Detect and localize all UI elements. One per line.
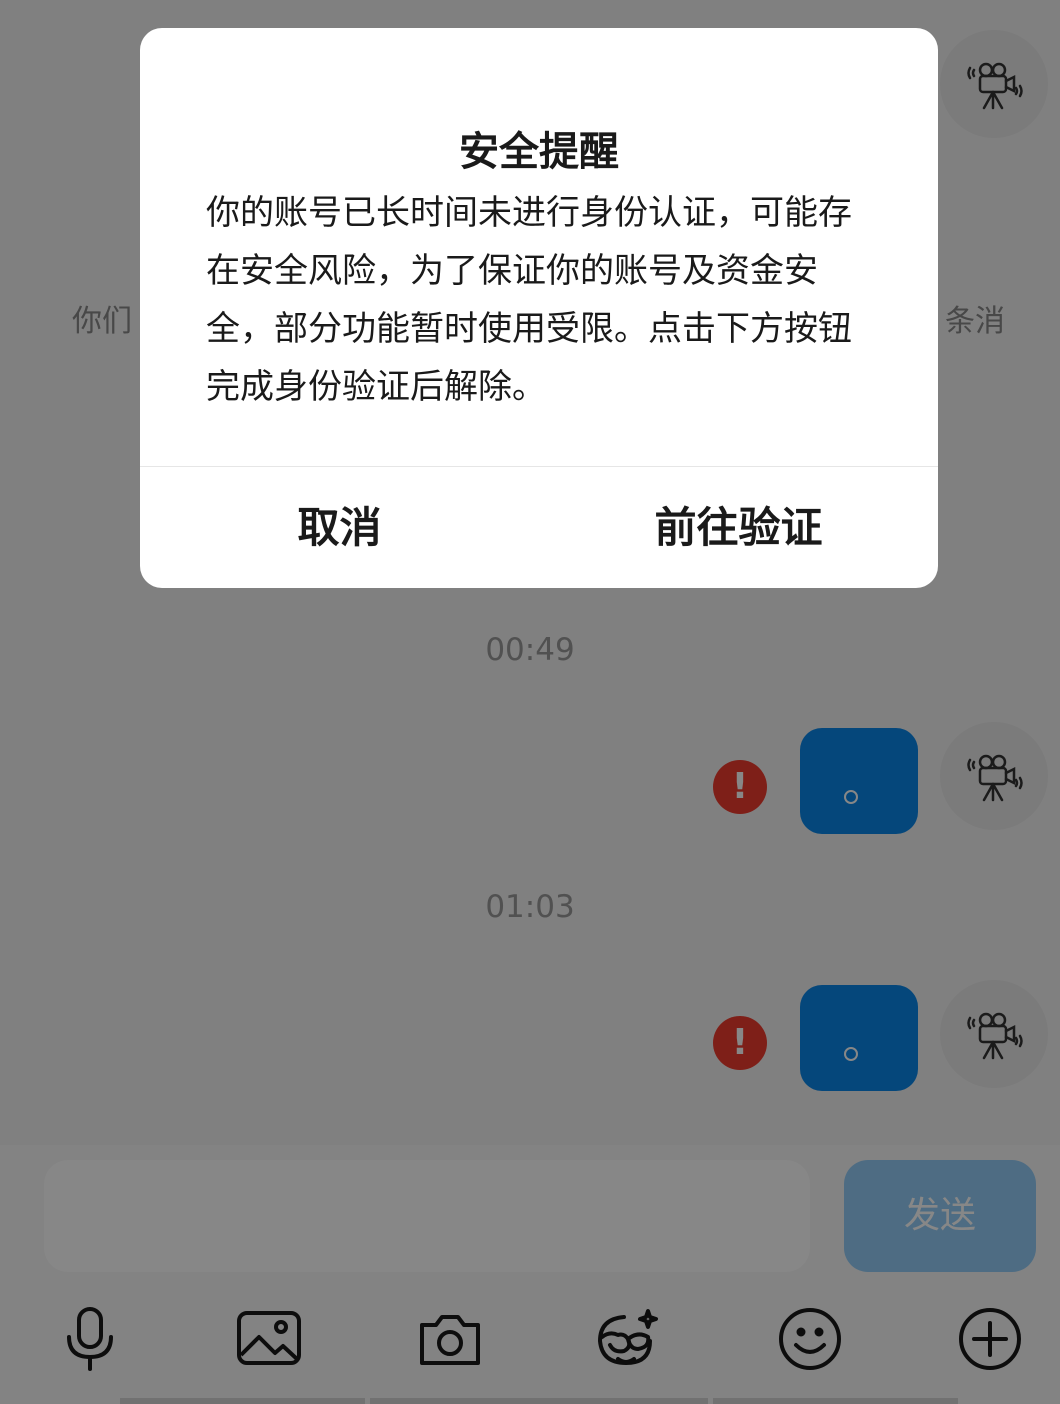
go-verify-button[interactable]: 前往验证 (539, 467, 938, 588)
security-alert-dialog: 安全提醒 你的账号已长时间未进行身份认证，可能存在安全风险，为了保证你的账号及资… (140, 28, 938, 588)
dialog-message: 你的账号已长时间未进行身份认证，可能存在安全风险，为了保证你的账号及资金安全，部… (206, 193, 852, 407)
cancel-button[interactable]: 取消 (140, 467, 539, 588)
dialog-title: 安全提醒 (459, 129, 619, 175)
